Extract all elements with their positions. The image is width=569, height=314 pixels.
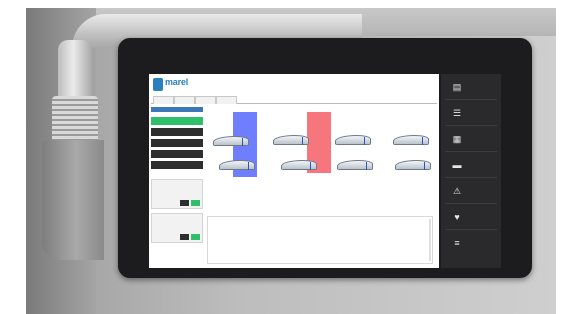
heart-icon: ♥: [454, 212, 460, 222]
tab-4[interactable]: [216, 96, 237, 104]
warning-icon: ⚠: [452, 186, 462, 196]
sidebar-button-1[interactable]: [151, 117, 203, 125]
right-nav-button-2[interactable]: ☰: [441, 100, 501, 125]
left-sidebar: [151, 107, 203, 268]
fillet-outline-icon: [281, 160, 317, 170]
mount-bracket: [42, 140, 104, 260]
sidebar-button-5[interactable]: [151, 161, 203, 169]
on-button[interactable]: [191, 234, 200, 240]
list-icon: ☰: [452, 108, 462, 118]
tab-1[interactable]: [153, 96, 174, 104]
control-box-1: [151, 179, 203, 209]
fillet-outline-icon: [335, 135, 371, 145]
scale-icon: ▬: [452, 160, 462, 170]
fillet-outline-icon: [395, 160, 431, 170]
tab-2[interactable]: [174, 96, 195, 104]
hmi-screen: marel: [149, 74, 439, 268]
control-box-2: [151, 213, 203, 243]
event-log[interactable]: [207, 216, 433, 264]
calendar-icon: ▤: [452, 82, 462, 92]
fillet-outline-icon: [273, 135, 309, 145]
log-scrollbar[interactable]: [429, 219, 431, 261]
tab-bar: [151, 95, 437, 104]
brand-name: marel: [165, 77, 189, 87]
fillet-outline-icon: [393, 135, 429, 145]
product-scan-view: [207, 112, 437, 177]
fillet-outline-icon: [337, 160, 373, 170]
on-button[interactable]: [191, 200, 200, 206]
sidebar-button-3[interactable]: [151, 139, 203, 147]
fillet-outline-icon: [213, 136, 249, 146]
menu-icon: ≡: [454, 238, 460, 248]
off-button[interactable]: [180, 200, 189, 206]
arm-joint: [58, 40, 92, 100]
right-nav-button-5[interactable]: ⚠: [441, 178, 501, 203]
right-nav-button-3[interactable]: ▦: [441, 126, 501, 151]
sidebar-title: [151, 107, 203, 112]
right-nav-button-7[interactable]: ≡: [441, 230, 501, 255]
brand-logo: marel: [153, 77, 203, 93]
hmi-header: marel: [149, 74, 439, 96]
right-nav-panel: ▤ ☰ ▦ ▬ ⚠ ♥ ≡: [441, 74, 501, 268]
fillet-outline-icon: [219, 160, 255, 170]
tab-3[interactable]: [195, 96, 216, 104]
table-icon: ▦: [452, 134, 462, 144]
logo-mark-icon: [153, 78, 163, 91]
arm-collar: [52, 96, 98, 144]
sidebar-button-2[interactable]: [151, 128, 203, 136]
right-nav-button-4[interactable]: ▬: [441, 152, 501, 177]
sidebar-button-4[interactable]: [151, 150, 203, 158]
off-button[interactable]: [180, 234, 189, 240]
right-nav-button-6[interactable]: ♥: [441, 204, 501, 229]
right-nav-button-1[interactable]: ▤: [441, 74, 501, 99]
photo-stage: marel ▤ ☰ ▦ ▬ ⚠ ♥ ≡: [0, 0, 569, 314]
